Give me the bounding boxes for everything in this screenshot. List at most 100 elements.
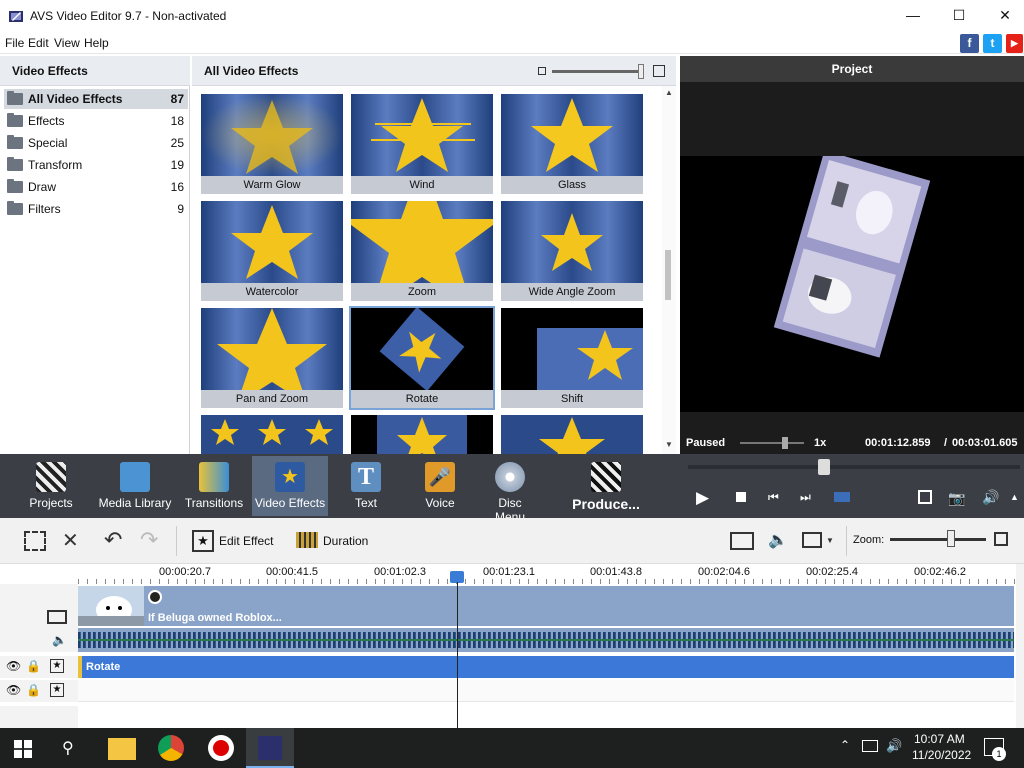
menu-edit[interactable]: Edit [28, 36, 49, 50]
category-transform[interactable]: Transform 19 [4, 155, 188, 175]
effect-tile-partial[interactable] [501, 415, 643, 454]
category-effects[interactable]: Effects 18 [4, 111, 188, 131]
effect-tile-wide-angle-zoom[interactable]: Wide Angle Zoom [501, 201, 643, 301]
clock-date[interactable]: 11/20/2022 [912, 748, 971, 762]
empty-effect-track[interactable] [78, 680, 1014, 702]
speaker-icon[interactable]: 🔊 [886, 738, 902, 754]
video-effects-button[interactable]: ★ Video Effects [252, 456, 328, 516]
timeline-ruler[interactable]: 00:00:20.7 00:00:41.5 00:01:02.3 00:01:2… [0, 564, 1024, 584]
produce-button[interactable]: Produce... [568, 456, 644, 516]
scrollbar-thumb[interactable] [665, 250, 671, 300]
gallery-scrollbar[interactable]: ▲ ▼ [662, 86, 676, 454]
menu-file[interactable]: File [5, 36, 24, 50]
play-icon[interactable]: ▶ [696, 488, 709, 508]
eye-icon[interactable]: 👁 [6, 683, 21, 697]
chevron-up-icon[interactable]: ⌃ [840, 738, 850, 752]
effect-tile-wind[interactable]: Wind [351, 94, 493, 194]
effect-tile-warm-glow[interactable]: Warm Glow [201, 94, 343, 194]
snapshot-icon[interactable] [834, 492, 850, 502]
avs-taskbar-button[interactable] [246, 728, 294, 768]
category-filters[interactable]: Filters 9 [4, 199, 188, 219]
category-special[interactable]: Special 25 [4, 133, 188, 153]
disc-menu-button[interactable]: Disc Menu [484, 456, 536, 524]
effect-tile-pan-and-zoom[interactable]: Pan and Zoom [201, 308, 343, 408]
delete-icon[interactable]: ✕ [62, 528, 79, 553]
timeline-scrollbar[interactable] [1016, 564, 1024, 728]
menu-help[interactable]: Help [84, 36, 109, 50]
storyboard-icon[interactable] [24, 531, 46, 551]
thumbnail-size-slider[interactable] [552, 70, 642, 73]
small-thumb-icon[interactable] [538, 67, 546, 75]
speed-slider[interactable] [740, 442, 804, 444]
video-clip[interactable]: If Beluga owned Roblox... [78, 586, 1014, 626]
chevron-down-icon[interactable]: ▼ [826, 536, 834, 545]
duration-button[interactable]: Duration [323, 534, 368, 548]
volume-arrow-icon[interactable]: ▲ [1010, 492, 1019, 502]
lock-icon[interactable]: 🔒 [26, 659, 41, 673]
close-button[interactable]: ✕ [982, 0, 1024, 32]
large-thumb-icon[interactable] [653, 65, 665, 77]
file-explorer-icon[interactable] [108, 738, 136, 760]
camera-icon[interactable]: 📷 [948, 490, 965, 507]
category-draw[interactable]: Draw 16 [4, 177, 188, 197]
minimize-button[interactable]: — [890, 0, 936, 32]
effect-clip-rotate[interactable]: Rotate [78, 656, 1014, 678]
chrome-icon[interactable] [158, 735, 184, 761]
audio-settings-icon[interactable]: 🔈 [768, 530, 788, 550]
slider-handle[interactable] [638, 64, 644, 79]
twitter-icon[interactable]: t [983, 34, 1002, 53]
effect-tile-watercolor[interactable]: Watercolor [201, 201, 343, 301]
fit-timeline-icon[interactable] [994, 532, 1008, 546]
display-icon[interactable] [802, 532, 822, 548]
media-library-button[interactable]: Media Library [98, 456, 172, 516]
volume-icon[interactable]: 🔊 [982, 489, 999, 506]
menu-bar: File Edit View Help f t ▶ [0, 32, 1024, 54]
seek-handle[interactable] [818, 459, 830, 475]
speed-slider-handle[interactable] [782, 437, 788, 449]
record-icon[interactable] [208, 735, 234, 761]
effect-tile-partial[interactable] [201, 415, 343, 454]
network-icon[interactable] [862, 740, 878, 752]
next-frame-icon[interactable]: ⏭ [800, 490, 811, 505]
menu-view[interactable]: View [54, 36, 80, 50]
projects-button[interactable]: Projects [22, 456, 80, 516]
track-header: 👁 🔒 ★ [0, 656, 78, 678]
duration-icon[interactable] [296, 532, 318, 548]
app-icon [8, 8, 24, 24]
windows-start-icon[interactable] [14, 740, 32, 758]
maximize-button[interactable]: ☐ [936, 0, 982, 32]
clock-time[interactable]: 10:07 AM [914, 732, 965, 746]
effect-tile-glass[interactable]: Glass [501, 94, 643, 194]
effect-tile-partial[interactable] [351, 415, 493, 454]
youtube-icon[interactable]: ▶ [1006, 34, 1023, 53]
edit-effect-button[interactable]: Edit Effect [219, 534, 273, 548]
zoom-slider-handle[interactable] [947, 530, 955, 547]
split-icon[interactable] [730, 532, 754, 550]
effect-tile-zoom[interactable]: Zoom [351, 201, 493, 301]
voice-button[interactable]: 🎤 Voice [418, 456, 462, 516]
search-icon[interactable]: ⚲ [62, 738, 74, 758]
audio-waveform[interactable] [78, 628, 1014, 652]
video-preview[interactable] [680, 150, 1024, 412]
transitions-button[interactable]: Transitions [182, 456, 246, 516]
effect-tile-rotate[interactable]: Rotate [349, 306, 495, 410]
redo-icon[interactable]: ↷ [140, 527, 158, 553]
seek-bar[interactable] [688, 465, 1020, 469]
stop-icon[interactable] [736, 492, 746, 502]
text-button[interactable]: T Text [344, 456, 388, 516]
edit-effect-icon[interactable]: ★ [192, 530, 214, 552]
category-all-video-effects[interactable]: All Video Effects 87 [4, 89, 188, 109]
previous-frame-icon[interactable]: ⏮ [768, 490, 779, 505]
eye-icon[interactable]: 👁 [6, 659, 21, 673]
scroll-down-icon[interactable]: ▼ [665, 440, 673, 449]
effect-tile-shift[interactable]: Shift [501, 308, 643, 408]
toolbar-divider [846, 526, 847, 556]
zoom-slider[interactable] [890, 538, 986, 541]
film-icon [120, 462, 150, 492]
fullscreen-icon[interactable] [918, 490, 932, 504]
lock-icon[interactable]: 🔒 [26, 683, 41, 697]
clip-effect-icon[interactable] [148, 590, 162, 604]
undo-icon[interactable]: ↶ [104, 527, 122, 553]
scroll-up-icon[interactable]: ▲ [665, 88, 673, 97]
facebook-icon[interactable]: f [960, 34, 979, 53]
